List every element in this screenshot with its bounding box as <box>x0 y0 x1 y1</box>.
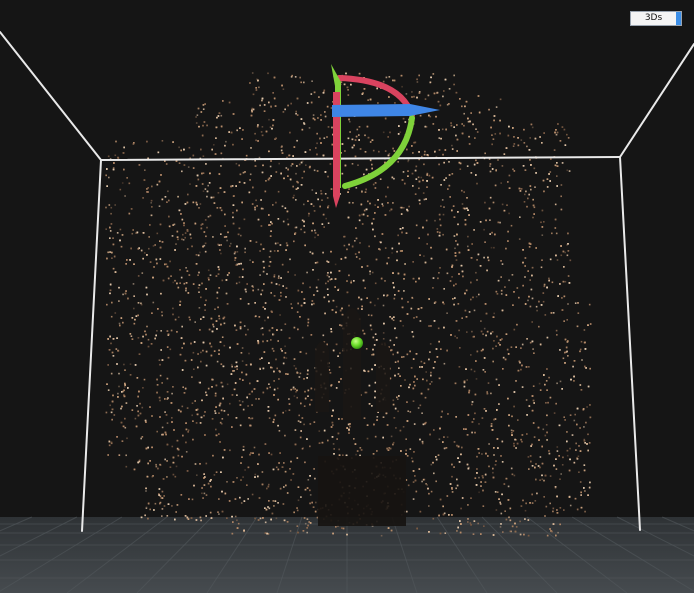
gizmo-z-axis <box>332 104 440 117</box>
pivot-marker-icon[interactable] <box>351 337 363 349</box>
floor-plane <box>0 516 694 593</box>
view-mode-label: 3Ds <box>644 13 663 23</box>
scene-canvas[interactable] <box>0 0 694 593</box>
view-mode-button[interactable]: 3Ds <box>630 11 682 26</box>
transform-gizmo-icon[interactable] <box>331 64 440 208</box>
3d-viewport[interactable]: 3Ds <box>0 0 694 593</box>
view-mode-indicator-icon <box>676 12 681 25</box>
